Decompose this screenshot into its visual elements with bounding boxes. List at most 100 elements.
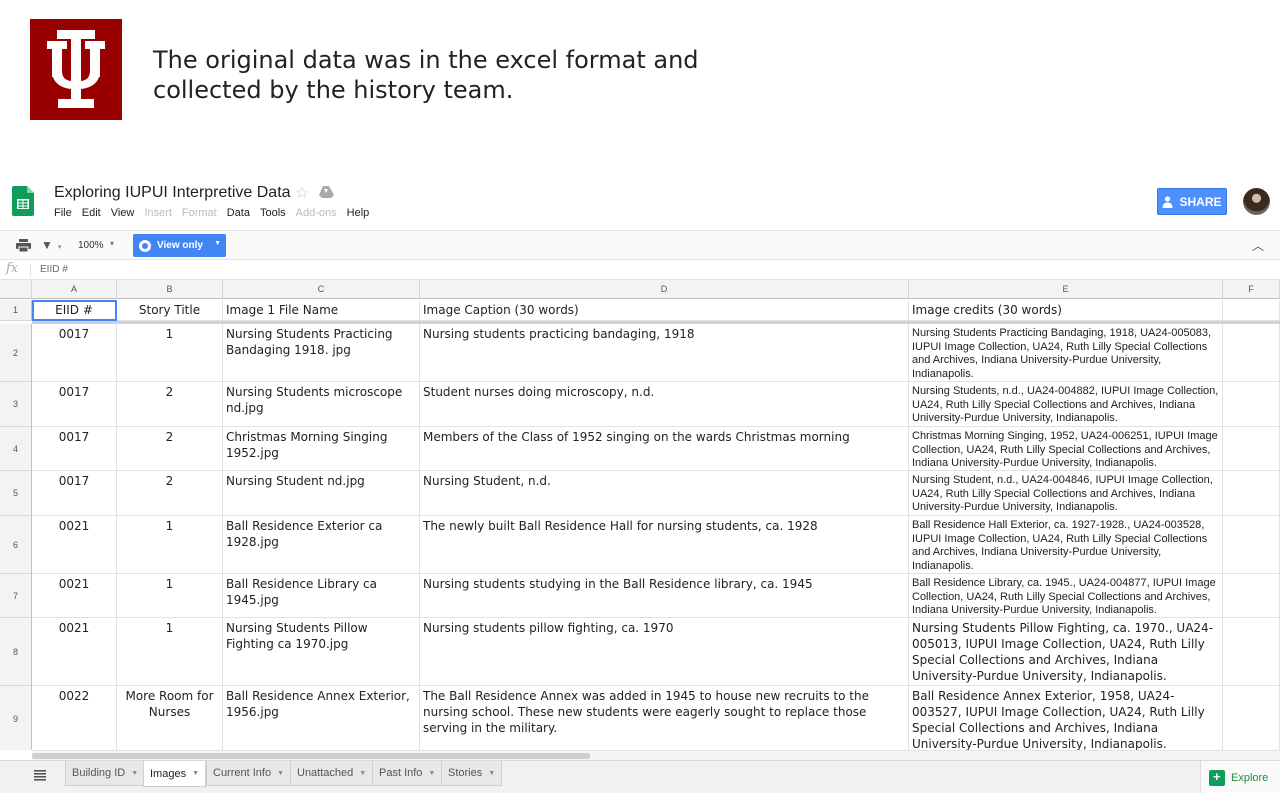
column-header-d[interactable]: D xyxy=(420,280,909,299)
sheet-tab-unattached[interactable]: Unattached ▼ xyxy=(290,761,374,786)
file-name-cell[interactable]: Nursing Students microscope nd.jpg xyxy=(223,382,420,427)
eiid-cell[interactable]: 0017 xyxy=(32,427,117,471)
file-name-cell[interactable]: Nursing Student nd.jpg xyxy=(223,471,420,516)
row-header[interactable]: 1 xyxy=(0,300,32,321)
row-header[interactable]: 9 xyxy=(0,686,32,750)
story-title-cell[interactable]: 1 xyxy=(117,618,223,686)
row-header[interactable]: 7 xyxy=(0,574,32,618)
eiid-cell[interactable]: 0017 xyxy=(32,382,117,427)
eiid-cell[interactable]: 0017 xyxy=(32,471,117,516)
sheet-tab-current-info[interactable]: Current Info ▼ xyxy=(206,761,292,786)
user-avatar[interactable] xyxy=(1243,188,1270,215)
header-cell[interactable]: Image credits (30 words) xyxy=(909,300,1223,321)
chevron-down-icon[interactable]: ▼ xyxy=(428,770,435,777)
story-title-cell[interactable]: 1 xyxy=(117,574,223,618)
row-header[interactable]: 8 xyxy=(0,618,32,686)
caption-cell[interactable]: Nursing students studying in the Ball Re… xyxy=(420,574,909,618)
story-title-cell[interactable]: 2 xyxy=(117,427,223,471)
eiid-cell[interactable]: 0017 xyxy=(32,324,117,382)
print-icon[interactable] xyxy=(16,239,31,252)
menu-edit[interactable]: Edit xyxy=(82,207,101,219)
credits-cell[interactable]: Christmas Morning Singing, 1952, UA24-00… xyxy=(909,427,1223,471)
file-name-cell[interactable]: Nursing Students Practicing Bandaging 19… xyxy=(223,324,420,382)
sheets-app-icon[interactable] xyxy=(12,186,34,216)
eiid-cell[interactable]: 0021 xyxy=(32,516,117,574)
scrollbar-thumb[interactable] xyxy=(32,753,590,759)
row-header[interactable]: 4 xyxy=(0,427,32,471)
header-cell[interactable]: Image 1 File Name xyxy=(223,300,420,321)
credits-cell[interactable]: Nursing Students Pillow Fighting, ca. 19… xyxy=(909,618,1223,686)
menu-data[interactable]: Data xyxy=(227,207,250,219)
caption-cell[interactable]: Nursing Student, n.d. xyxy=(420,471,909,516)
eiid-cell[interactable]: 0021 xyxy=(32,618,117,686)
chevron-down-icon[interactable]: ▼ xyxy=(488,770,495,777)
column-header-e[interactable]: E xyxy=(909,280,1223,299)
star-icon[interactable]: ☆ xyxy=(295,183,309,203)
empty-cell[interactable] xyxy=(1223,471,1280,516)
formula-input[interactable]: EIID # xyxy=(40,264,68,275)
column-header-c[interactable]: C xyxy=(223,280,420,299)
header-cell[interactable]: Story Title xyxy=(117,300,223,321)
caption-cell[interactable]: The newly built Ball Residence Hall for … xyxy=(420,516,909,574)
empty-cell[interactable] xyxy=(1223,686,1280,750)
collapse-menus-icon[interactable]: ︿ xyxy=(1252,237,1264,254)
menu-file[interactable]: File xyxy=(54,207,72,219)
story-title-cell[interactable]: 1 xyxy=(117,324,223,382)
sheet-tab-images[interactable]: Images ▼ xyxy=(143,761,207,787)
horizontal-scrollbar[interactable] xyxy=(32,750,1280,760)
empty-cell[interactable] xyxy=(1223,324,1280,382)
all-sheets-icon[interactable] xyxy=(34,770,46,781)
chevron-down-icon[interactable]: ▼ xyxy=(359,770,366,777)
explore-button[interactable]: Explore xyxy=(1200,761,1280,793)
move-to-folder-icon[interactable] xyxy=(318,185,335,199)
caption-cell[interactable]: The Ball Residence Annex was added in 19… xyxy=(420,686,909,750)
empty-cell[interactable] xyxy=(1223,382,1280,427)
column-header-f[interactable]: F xyxy=(1223,280,1280,299)
menu-view[interactable]: View xyxy=(111,207,135,219)
empty-cell[interactable] xyxy=(1223,574,1280,618)
document-title[interactable]: Exploring IUPUI Interpretive Data xyxy=(54,184,291,202)
story-title-cell[interactable]: 2 xyxy=(117,471,223,516)
header-cell[interactable] xyxy=(1223,300,1280,321)
share-button[interactable]: SHARE xyxy=(1157,188,1227,215)
story-title-cell[interactable]: More Room for Nurses xyxy=(117,686,223,750)
file-name-cell[interactable]: Christmas Morning Singing 1952.jpg xyxy=(223,427,420,471)
credits-cell[interactable]: Ball Residence Annex Exterior, 1958, UA2… xyxy=(909,686,1223,750)
file-name-cell[interactable]: Ball Residence Library ca 1945.jpg xyxy=(223,574,420,618)
chevron-down-icon[interactable]: ▾ xyxy=(110,239,114,248)
chevron-down-icon[interactable]: ▼ xyxy=(131,770,138,777)
caption-cell[interactable]: Nursing students pillow fighting, ca. 19… xyxy=(420,618,909,686)
story-title-cell[interactable]: 2 xyxy=(117,382,223,427)
menu-help[interactable]: Help xyxy=(347,207,370,219)
filter-icon[interactable]: ▼ ▾ xyxy=(41,238,61,252)
empty-cell[interactable] xyxy=(1223,427,1280,471)
caption-cell[interactable]: Members of the Class of 1952 singing on … xyxy=(420,427,909,471)
credits-cell[interactable]: Nursing Students, n.d., UA24-004882, IUP… xyxy=(909,382,1223,427)
sheet-tab-stories[interactable]: Stories ▼ xyxy=(441,761,503,786)
sheet-tab-past-info[interactable]: Past Info ▼ xyxy=(372,761,443,786)
story-title-cell[interactable]: 1 xyxy=(117,516,223,574)
file-name-cell[interactable]: Ball Residence Exterior ca 1928.jpg xyxy=(223,516,420,574)
row-header[interactable]: 3 xyxy=(0,382,32,427)
caption-cell[interactable]: Nursing students practicing bandaging, 1… xyxy=(420,324,909,382)
column-header-a[interactable]: A xyxy=(32,280,117,299)
sheet-tab-building-id[interactable]: Building ID ▼ xyxy=(65,761,146,786)
column-header-b[interactable]: B xyxy=(117,280,223,299)
eiid-cell[interactable]: 0022 xyxy=(32,686,117,750)
caption-cell[interactable]: Student nurses doing microscopy, n.d. xyxy=(420,382,909,427)
menu-tools[interactable]: Tools xyxy=(260,207,286,219)
row-header[interactable]: 2 xyxy=(0,324,32,382)
header-cell[interactable]: Image Caption (30 words) xyxy=(420,300,909,321)
credits-cell[interactable]: Nursing Student, n.d., UA24-004846, IUPU… xyxy=(909,471,1223,516)
credits-cell[interactable]: Ball Residence Hall Exterior, ca. 1927-1… xyxy=(909,516,1223,574)
file-name-cell[interactable]: Ball Residence Annex Exterior, 1956.jpg xyxy=(223,686,420,750)
credits-cell[interactable]: Nursing Students Practicing Bandaging, 1… xyxy=(909,324,1223,382)
row-header[interactable]: 6 xyxy=(0,516,32,574)
chevron-down-icon[interactable]: ▼ xyxy=(277,770,284,777)
empty-cell[interactable] xyxy=(1223,516,1280,574)
credits-cell[interactable]: Ball Residence Library, ca. 1945., UA24-… xyxy=(909,574,1223,618)
view-only-button[interactable]: View only ▼ xyxy=(133,234,226,257)
file-name-cell[interactable]: Nursing Students Pillow Fighting ca 1970… xyxy=(223,618,420,686)
row-header[interactable]: 5 xyxy=(0,471,32,516)
zoom-select[interactable]: 100% xyxy=(78,240,104,251)
